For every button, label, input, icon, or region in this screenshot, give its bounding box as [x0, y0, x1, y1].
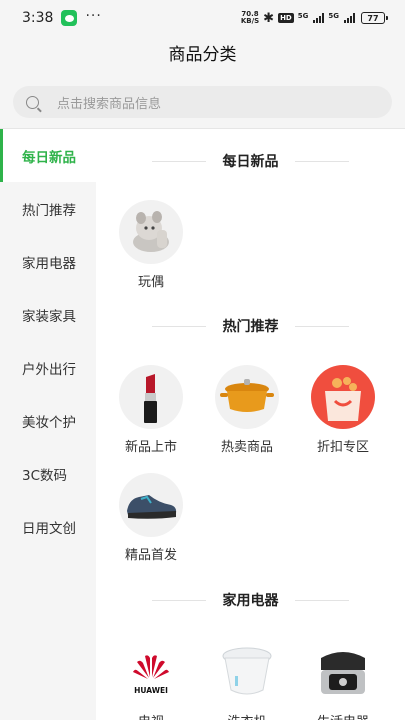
search-input[interactable]: 点击搜索商品信息	[13, 86, 392, 118]
bluetooth-icon: ✱	[263, 10, 275, 26]
category-label: 折扣专区	[316, 440, 369, 455]
network-type-1: 5G	[297, 12, 309, 20]
clock: 3:38	[22, 10, 54, 26]
category-cell[interactable]: HUAWEI 电视	[103, 640, 199, 720]
shopping-bag-icon	[311, 365, 375, 429]
plush-toy-icon	[119, 200, 183, 264]
sidebar-item-outdoor[interactable]: 户外出行	[0, 341, 96, 394]
category-cell[interactable]: 新品上市	[103, 365, 199, 455]
status-bar: 3:38 ··· 70.8 KB/S ✱ HD 5G 5G 77	[0, 0, 405, 36]
category-cell[interactable]: 折扣专区	[295, 365, 391, 455]
cast-iron-pot-icon	[215, 365, 279, 429]
network-type-2: 5G	[328, 12, 339, 20]
lipstick-icon	[119, 365, 183, 429]
sidebar-item-furniture[interactable]: 家装家具	[0, 288, 96, 341]
wechat-icon	[61, 10, 78, 26]
section-title-daily-new: 每日新品	[96, 151, 405, 171]
search-placeholder: 点击搜索商品信息	[57, 96, 162, 112]
section-title-appliances: 家用电器	[96, 590, 405, 610]
huawei-logo-text: HUAWEI	[134, 686, 168, 695]
category-label: 玩偶	[137, 275, 164, 290]
battery-icon: 77	[361, 12, 388, 24]
category-sidebar: 每日新品 热门推荐 家用电器 家装家具 户外出行 美妆个护 3C数码 日用文创	[0, 129, 96, 720]
category-content: 每日新品 玩偶 热门推荐 新品上市 热卖商品 折扣专区 精品首发 家用电器 HU…	[96, 129, 405, 720]
category-cell[interactable]: 洗衣机	[199, 640, 295, 720]
signal-icon	[313, 13, 325, 23]
search-bar-container: 点击搜索商品信息	[0, 76, 405, 128]
sneaker-icon	[119, 473, 183, 537]
hd-voice-icon: HD	[278, 13, 294, 23]
sidebar-item-appliances[interactable]: 家用电器	[0, 235, 96, 288]
signal-icon	[344, 13, 355, 23]
page-title: 商品分类	[168, 45, 237, 65]
category-cell[interactable]: 玩偶	[103, 200, 199, 290]
rice-cooker-icon	[311, 640, 375, 704]
toilet-icon	[215, 640, 279, 704]
sidebar-item-hot[interactable]: 热门推荐	[0, 182, 96, 235]
category-label: 热卖商品	[220, 440, 273, 455]
category-label: 电视	[103, 711, 199, 720]
category-label: 生活电器	[295, 711, 391, 720]
sidebar-item-beauty[interactable]: 美妆个护	[0, 394, 96, 447]
category-cell[interactable]: 生活电器	[295, 640, 391, 720]
category-cell[interactable]: 精品首发	[103, 473, 199, 563]
category-label: 新品上市	[124, 440, 177, 455]
network-speed: 70.8 KB/S	[240, 10, 260, 25]
sidebar-item-3c[interactable]: 3C数码	[0, 447, 96, 500]
category-cell[interactable]: 热卖商品	[199, 365, 295, 455]
sidebar-item-daily-new[interactable]: 每日新品	[0, 129, 96, 182]
search-icon	[26, 95, 39, 109]
huawei-logo-icon: HUAWEI	[119, 640, 183, 704]
more-notifications-icon: ···	[85, 8, 102, 24]
section-title-hot: 热门推荐	[96, 316, 405, 336]
category-label: 洗衣机	[199, 711, 295, 720]
sidebar-item-stationery[interactable]: 日用文创	[0, 500, 96, 553]
category-label: 精品首发	[124, 548, 177, 563]
